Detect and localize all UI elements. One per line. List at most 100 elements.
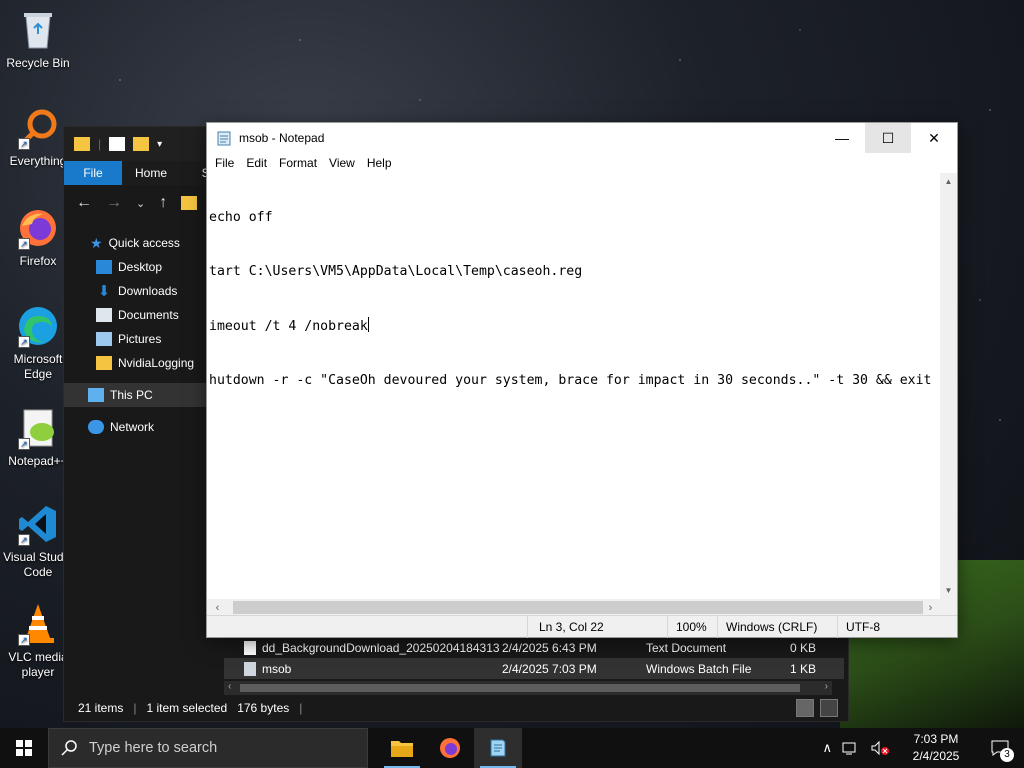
ribbon-tab-file[interactable]: File <box>64 161 122 185</box>
notepad-titlebar[interactable]: msob - Notepad — ☐ ✕ <box>207 123 957 153</box>
sidebar-item-label: Quick access <box>108 236 180 250</box>
taskbar: Type here to search ∧ 7:03 PM 2/4/2025 3 <box>0 728 1024 768</box>
scroll-left-icon[interactable]: ‹ <box>209 599 226 616</box>
scroll-right-icon[interactable]: › <box>922 599 939 616</box>
network-status-icon[interactable] <box>842 740 860 756</box>
text-editor[interactable]: echo off tart C:\Users\VM5\AppData\Local… <box>207 173 941 599</box>
computer-icon <box>88 388 104 402</box>
properties-icon[interactable] <box>109 137 126 151</box>
sidebar-item-desktop[interactable]: Desktop <box>64 255 206 279</box>
file-date: 2/4/2025 6:43 PM <box>502 640 597 655</box>
sidebar-item-label: Network <box>110 420 155 434</box>
explorer-status-bar: 21 items | 1 item selected 176 bytes | <box>64 695 848 721</box>
scroll-right-icon[interactable]: › <box>825 681 828 692</box>
notepad-icon <box>490 739 506 757</box>
shortcut-arrow-icon: ↗ <box>18 634 30 646</box>
taskbar-firefox[interactable] <box>426 728 474 768</box>
volume-muted-icon[interactable] <box>870 740 890 756</box>
sidebar-item-nvidialogging[interactable]: NvidiaLogging <box>64 351 206 375</box>
download-arrow-icon: ⬇ <box>97 283 111 300</box>
taskbar-notepad[interactable] <box>474 728 522 768</box>
notepad-window[interactable]: msob - Notepad — ☐ ✕ File Edit Format Vi… <box>206 122 958 638</box>
editor-line-with-caret: imeout /t 4 /nobreak <box>209 317 939 336</box>
up-arrow-icon[interactable]: ↑ <box>159 194 167 212</box>
divider: | <box>299 701 303 715</box>
sidebar-item-documents[interactable]: Documents <box>64 303 206 327</box>
encoding: UTF-8 <box>846 620 880 634</box>
file-row[interactable]: dd_BackgroundDownload_20250204184313 2/4… <box>224 637 844 658</box>
selection-size: 176 bytes <box>237 701 290 715</box>
back-arrow-icon[interactable]: ← <box>76 194 92 212</box>
file-name: dd_BackgroundDownload_20250204184313 <box>262 640 500 655</box>
divider <box>527 616 528 638</box>
chevron-down-icon[interactable]: ▾ <box>157 139 162 150</box>
clock-time: 7:03 PM <box>913 732 959 746</box>
shortcut-arrow-icon: ↗ <box>18 138 30 150</box>
show-hidden-icons-chevron-icon[interactable]: ∧ <box>816 740 838 756</box>
sidebar-item-pictures[interactable]: Pictures <box>64 327 206 351</box>
divider <box>717 616 718 638</box>
everything-search-icon: ↗ <box>16 106 60 150</box>
taskbar-search-box[interactable]: Type here to search <box>48 728 368 768</box>
network-icon <box>88 420 104 434</box>
recycle-bin-icon <box>16 8 60 52</box>
new-folder-icon[interactable] <box>133 137 150 151</box>
vertical-scrollbar[interactable]: ▲ ▼ <box>940 173 957 599</box>
scroll-up-icon[interactable]: ▲ <box>940 173 957 190</box>
cursor-position: Ln 3, Col 22 <box>539 620 604 634</box>
menu-file[interactable]: File <box>209 156 240 170</box>
edge-icon: ↗ <box>16 304 60 348</box>
action-center-button[interactable]: 3 <box>976 728 1024 768</box>
view-toggle <box>796 699 838 717</box>
menu-format[interactable]: Format <box>273 156 323 170</box>
system-tray: ∧ 7:03 PM 2/4/2025 3 <box>816 728 1024 768</box>
vlc-cone-icon: ↗ <box>16 602 60 646</box>
scroll-left-icon[interactable]: ‹ <box>228 681 231 692</box>
system-clock[interactable]: 7:03 PM 2/4/2025 <box>896 731 976 765</box>
menu-edit[interactable]: Edit <box>240 156 273 170</box>
close-button[interactable]: ✕ <box>911 123 957 153</box>
large-icons-view-icon[interactable] <box>820 699 838 717</box>
ribbon-tab-home[interactable]: Home <box>122 161 180 185</box>
scrollbar-thumb[interactable] <box>233 601 923 614</box>
taskbar-file-explorer[interactable] <box>378 728 426 768</box>
divider: | <box>133 701 137 715</box>
shortcut-arrow-icon: ↗ <box>18 534 30 546</box>
firefox-icon <box>440 738 460 758</box>
text-document-icon <box>244 640 256 655</box>
file-type: Text Document <box>646 640 727 655</box>
sidebar-item-network[interactable]: Network <box>64 415 206 439</box>
sidebar-item-this-pc[interactable]: This PC <box>64 383 206 407</box>
recent-locations-chevron-icon[interactable]: ⌄ <box>136 197 145 210</box>
maximize-button[interactable]: ☐ <box>865 123 911 153</box>
horizontal-scrollbar[interactable]: ‹ › <box>207 599 941 616</box>
file-row-selected[interactable]: msob 2/4/2025 7:03 PM Windows Batch File… <box>224 658 844 679</box>
details-view-icon[interactable] <box>796 699 814 717</box>
scrollbar-corner <box>940 599 957 616</box>
windows-logo-icon <box>16 740 32 756</box>
window-controls: — ☐ ✕ <box>819 123 957 153</box>
desktop-icon-recycle-bin[interactable]: Recycle Bin <box>0 8 76 71</box>
editor-line: echo off <box>209 210 273 225</box>
scroll-down-icon[interactable]: ▼ <box>940 582 957 599</box>
editor-line: tart C:\Users\VM5\AppData\Local\Temp\cas… <box>209 264 583 279</box>
batch-file-icon <box>244 661 256 676</box>
start-button[interactable] <box>0 728 48 768</box>
explorer-horizontal-scrollbar[interactable]: ‹ › <box>224 681 832 695</box>
explorer-navigation-pane: ★ Quick access Desktop ⬇ Downloads Docum… <box>64 231 206 439</box>
address-folder-icon[interactable] <box>181 196 198 210</box>
file-size: 0 KB <box>789 640 816 655</box>
shortcut-arrow-icon: ↗ <box>18 238 30 250</box>
editor-line-text: imeout /t 4 /nobreak <box>209 319 368 334</box>
scrollbar-thumb[interactable] <box>240 684 800 692</box>
sidebar-item-quick-access[interactable]: ★ Quick access <box>64 231 206 255</box>
minimize-button[interactable]: — <box>819 123 865 153</box>
line-ending: Windows (CRLF) <box>726 620 818 634</box>
menu-view[interactable]: View <box>323 156 361 170</box>
menu-help[interactable]: Help <box>361 156 398 170</box>
sidebar-item-downloads[interactable]: ⬇ Downloads <box>64 279 206 303</box>
shortcut-arrow-icon: ↗ <box>18 336 30 348</box>
forward-arrow-icon[interactable]: → <box>106 194 122 212</box>
